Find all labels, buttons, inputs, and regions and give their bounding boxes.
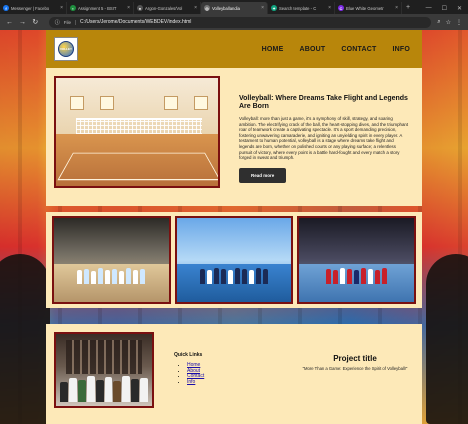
player-silhouette-right bbox=[426, 254, 468, 424]
browser-tab[interactable]: ● Argon-Gonzales/Vol × bbox=[134, 2, 201, 14]
tab-title: Argon-Gonzales/Vol bbox=[145, 5, 183, 11]
hero-text: Volleyball: Where Dreams Take Flight and… bbox=[239, 95, 409, 183]
project-info: Project title "More Than a Game: Experie… bbox=[300, 354, 410, 371]
browser-toolbar: ← → ↻ ⓘ File C:/Users/Jerome/Documents/W… bbox=[0, 14, 468, 30]
project-title: Project title bbox=[333, 354, 377, 363]
back-icon[interactable]: ← bbox=[6, 19, 13, 26]
footer-link-info[interactable]: Info bbox=[187, 379, 195, 385]
nav-home[interactable]: HOME bbox=[262, 46, 284, 53]
facebook-icon: f bbox=[3, 5, 9, 11]
tab-title: Assignment 5 - BSIT bbox=[78, 5, 117, 11]
new-tab-button[interactable]: + bbox=[402, 2, 414, 14]
tab-close-icon[interactable]: × bbox=[127, 5, 130, 11]
menu-kebab-icon[interactable]: ⋮ bbox=[456, 19, 462, 26]
browser-tab[interactable]: C Blue White Geometr × bbox=[335, 2, 402, 14]
site-header: VOLLEY HOME ABOUT CONTACT INFO bbox=[46, 30, 422, 68]
team-gallery bbox=[46, 212, 422, 308]
browser-tab[interactable]: ✦ Search template - C × bbox=[268, 2, 335, 14]
nav-info[interactable]: INFO bbox=[392, 46, 410, 53]
chatgpt-icon: ✦ bbox=[271, 5, 277, 11]
team-photo-2 bbox=[174, 216, 294, 304]
nav-contact[interactable]: CONTACT bbox=[341, 46, 376, 53]
site-logo[interactable]: VOLLEY bbox=[54, 37, 78, 61]
tab-close-icon[interactable]: × bbox=[60, 5, 63, 11]
team-photo-3 bbox=[297, 216, 417, 304]
forward-icon[interactable]: → bbox=[19, 19, 26, 26]
page-viewport: VOLLEY HOME ABOUT CONTACT INFO Volleybal… bbox=[0, 30, 468, 424]
gym-court-image bbox=[54, 76, 220, 188]
quick-links: Quick Links Home About Contact Info bbox=[174, 352, 204, 385]
close-window-icon[interactable]: ✕ bbox=[457, 5, 462, 12]
address-scheme-label: File bbox=[64, 19, 76, 25]
browser-tab[interactable]: ▪ Assignment 5 - BSIT × bbox=[67, 2, 134, 14]
team-group-photo bbox=[54, 332, 154, 408]
page-container: VOLLEY HOME ABOUT CONTACT INFO Volleybal… bbox=[46, 30, 422, 424]
maximize-icon[interactable]: ☐ bbox=[442, 5, 447, 12]
hero-title: Volleyball: Where Dreams Take Flight and… bbox=[239, 95, 408, 110]
main-nav: HOME ABOUT CONTACT INFO bbox=[262, 46, 414, 53]
bookmark-star-icon[interactable]: ☆ bbox=[446, 19, 451, 26]
browser-tab-bar: f Messenger | Facebo × ▪ Assignment 5 - BSIT… bbox=[0, 0, 468, 14]
tab-title: Blue White Geometr bbox=[346, 5, 384, 11]
tab-close-icon[interactable]: × bbox=[395, 5, 398, 11]
info-icon[interactable]: ⓘ bbox=[55, 19, 60, 26]
hero-section: Volleyball: Where Dreams Take Flight and… bbox=[46, 68, 422, 206]
tab-close-icon[interactable]: × bbox=[194, 5, 197, 11]
browser-tab[interactable]: ◎ Volleyballandia × bbox=[201, 2, 268, 14]
url-text: C:/Users/Jerome/Documents/WEBDEV/index.h… bbox=[80, 19, 192, 25]
address-bar[interactable]: ⓘ File C:/Users/Jerome/Documents/WEBDEV/… bbox=[48, 16, 432, 28]
quick-links-title: Quick Links bbox=[174, 352, 203, 358]
google-classroom-icon: ▪ bbox=[70, 5, 76, 11]
tab-title: Messenger | Facebo bbox=[11, 5, 50, 11]
hero-paragraph: Volleyball: more than just a game, it's … bbox=[239, 116, 409, 161]
nav-about[interactable]: ABOUT bbox=[299, 46, 325, 53]
player-silhouette-left bbox=[0, 254, 50, 424]
zoom-icon[interactable]: ⌕ bbox=[437, 19, 440, 26]
tab-close-icon[interactable]: × bbox=[261, 5, 264, 11]
volleyball-logo-icon: VOLLEY bbox=[58, 41, 74, 57]
window-controls: — ☐ ✕ bbox=[426, 2, 468, 14]
project-subtitle: "More Than a Game: Experience the Spirit… bbox=[302, 366, 408, 371]
tab-title: Volleyballandia bbox=[212, 5, 240, 11]
tab-title: Search template - C bbox=[279, 5, 317, 11]
site-footer: Quick Links Home About Contact Info Proj… bbox=[46, 324, 422, 424]
canva-icon: C bbox=[338, 5, 344, 11]
tab-close-icon[interactable]: × bbox=[328, 5, 331, 11]
browser-tab[interactable]: f Messenger | Facebo × bbox=[0, 2, 67, 14]
read-more-button[interactable]: Read more bbox=[239, 167, 287, 183]
globe-icon: ◎ bbox=[204, 5, 210, 11]
team-photo-1 bbox=[52, 216, 171, 304]
minimize-icon[interactable]: — bbox=[426, 5, 432, 11]
github-icon: ● bbox=[137, 5, 143, 11]
reload-icon[interactable]: ↻ bbox=[32, 18, 39, 26]
